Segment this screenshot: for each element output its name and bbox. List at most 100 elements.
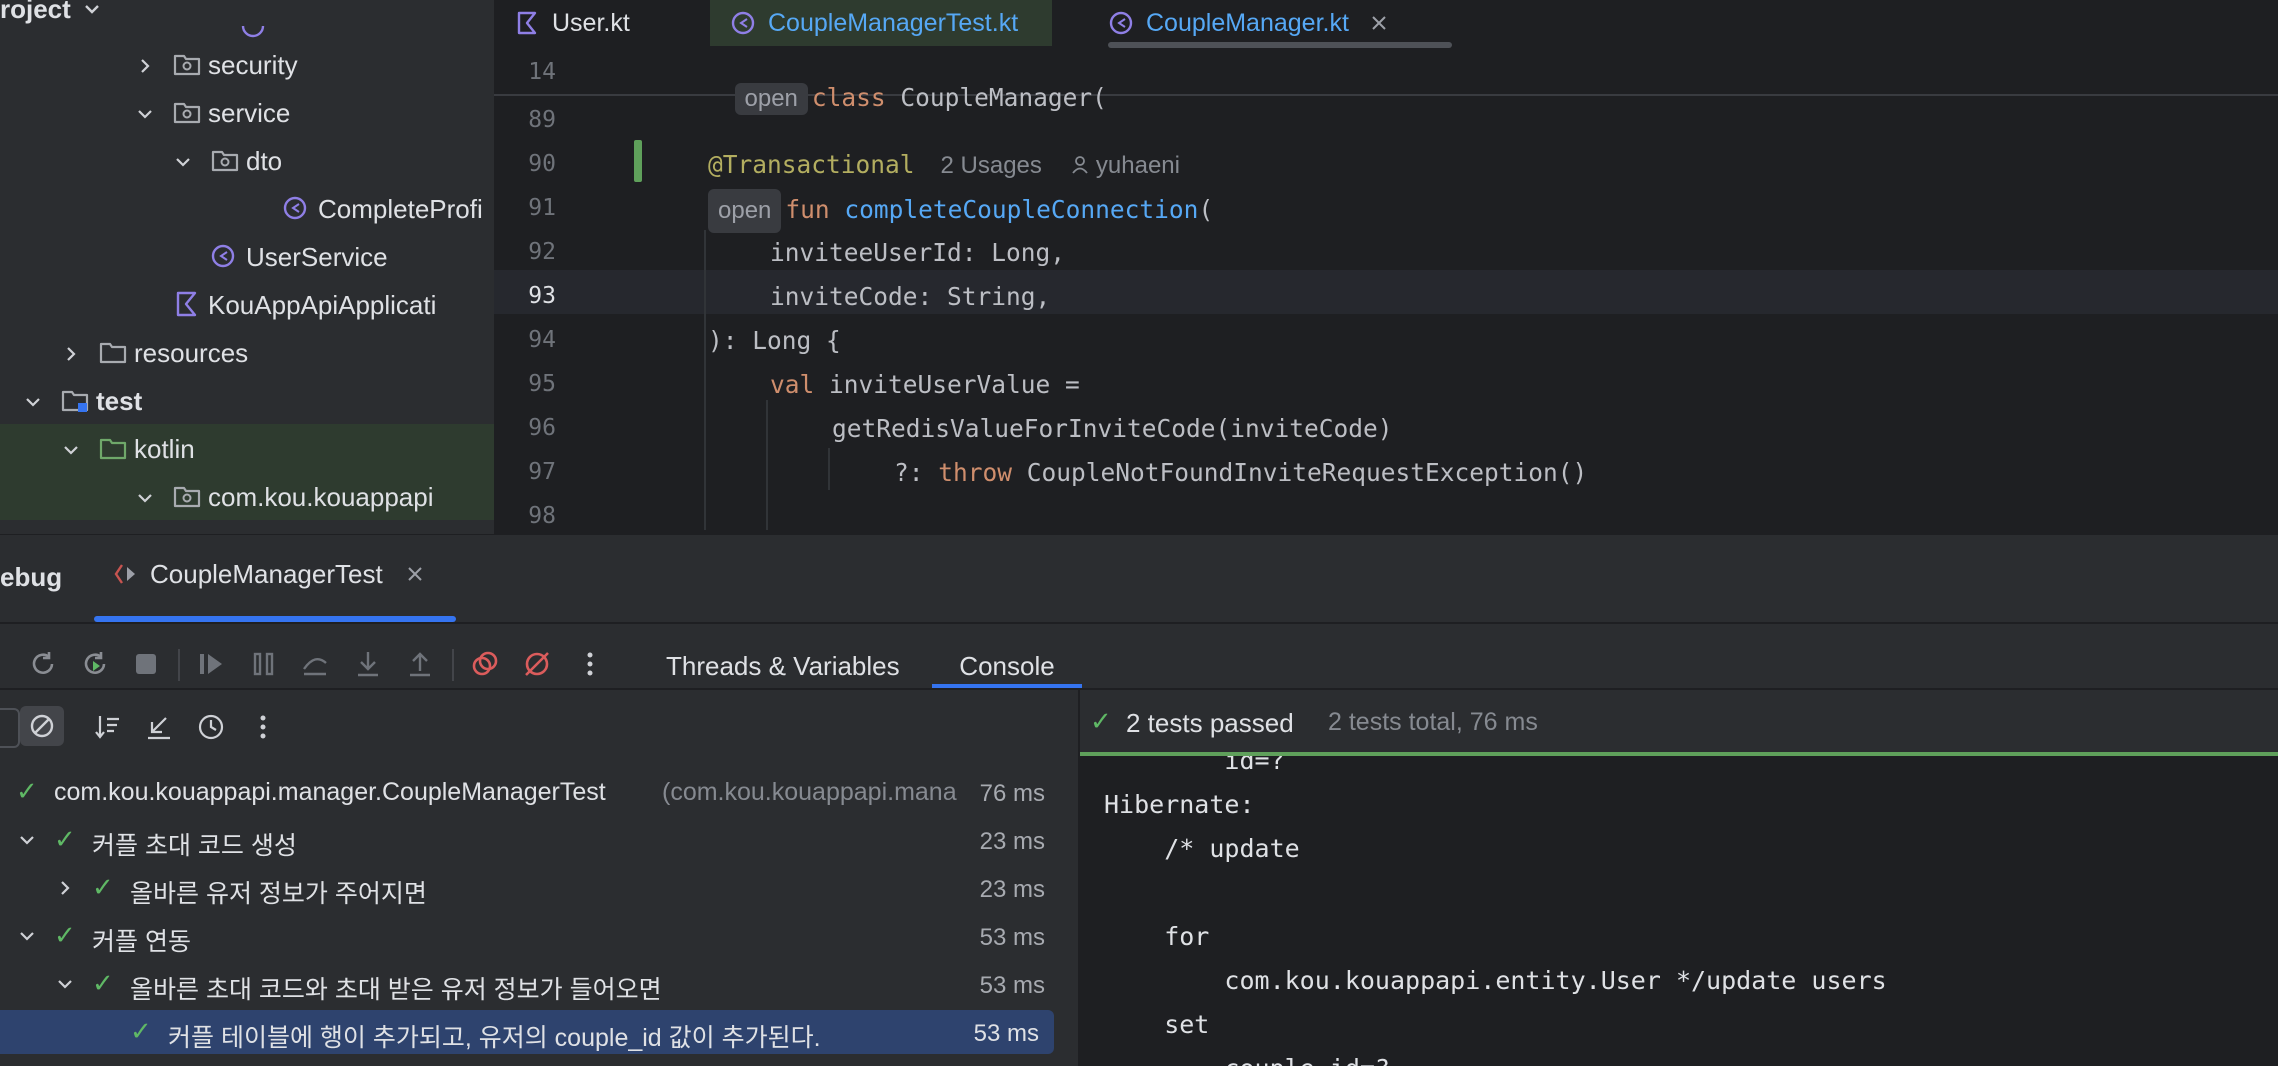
close-icon[interactable] xyxy=(1369,13,1389,33)
test-name: 커플 초대 코드 생성 xyxy=(92,832,297,860)
sticky-header[interactable]: 14 open class CoupleManager( xyxy=(494,50,2278,115)
show-passed-toggle[interactable] xyxy=(0,708,20,748)
collapse-all-icon[interactable] xyxy=(144,712,174,742)
open-modifier-hint: open xyxy=(708,189,782,233)
tree-item-resources[interactable]: resources xyxy=(0,328,494,376)
test-tree-row[interactable]: ✓ 커플 테이블에 행이 추가되고, 유저의 couple_id 값이 추가된다.… xyxy=(0,1010,1054,1054)
console-output[interactable]: id=? Hibernate: /* update for com.kou.kou… xyxy=(1080,756,2278,1066)
chevron-down-icon[interactable] xyxy=(54,973,76,1002)
chevron-down-icon[interactable] xyxy=(60,437,82,468)
step-out-icon[interactable] xyxy=(405,649,435,679)
test-tree-row[interactable]: ✓ 커플 연동 53 ms xyxy=(0,914,1070,958)
console-line: /* update xyxy=(1104,834,1300,863)
code-line: @Transactional 2 Usages yuhaeni xyxy=(708,145,1180,185)
view-breakpoints-icon[interactable] xyxy=(470,649,500,679)
editor-area: User.kt CoupleManagerTest.kt CoupleManag… xyxy=(494,0,2278,534)
test-status-bar: ✓ 2 tests passed 2 tests total, 76 ms xyxy=(1080,690,2278,757)
tab-couple-manager-test-kt[interactable]: CoupleManagerTest.kt xyxy=(710,0,1052,46)
tree-item-completeprofi[interactable]: CompleteProfi xyxy=(0,184,494,232)
line-number: 93 xyxy=(528,283,556,309)
current-line-highlight xyxy=(494,270,2278,314)
debug-session-tab[interactable]: CoupleManagerTest xyxy=(112,554,425,594)
chevron-down-icon[interactable] xyxy=(16,829,38,858)
code-keyword: class xyxy=(811,83,886,112)
project-header[interactable]: roject xyxy=(0,0,103,24)
close-icon[interactable] xyxy=(405,564,425,584)
chevron-right-icon[interactable] xyxy=(134,53,156,84)
vcs-change-marker[interactable] xyxy=(634,140,642,182)
tree-item-label: kotlin xyxy=(134,434,195,464)
code-keyword: val xyxy=(770,370,815,399)
usages-hint[interactable]: 2 Usages xyxy=(941,152,1042,179)
test-duration: 53 ms xyxy=(979,972,1045,999)
chevron-down-icon[interactable] xyxy=(22,389,44,420)
kotlin-class-icon xyxy=(731,11,755,35)
tab-user-kt[interactable]: User.kt xyxy=(514,0,630,46)
test-history-icon[interactable] xyxy=(196,712,226,742)
chevron-right-icon[interactable] xyxy=(60,341,82,372)
test-tree-row[interactable]: ✓ 올바른 유저 정보가 주어지면 23 ms xyxy=(0,866,1070,910)
chevron-right-icon[interactable] xyxy=(54,877,76,906)
tree-item-kotlin[interactable]: kotlin xyxy=(0,424,494,472)
stop-icon[interactable] xyxy=(131,649,161,679)
step-into-icon[interactable] xyxy=(353,649,383,679)
code-text: ): Long { xyxy=(708,326,841,355)
line-number: 14 xyxy=(528,59,556,85)
kotlin-class-icon xyxy=(1109,11,1133,35)
line-number: 97 xyxy=(528,459,556,485)
kotlin-file-icon xyxy=(517,11,537,35)
code-line: inviteeUserId: Long, xyxy=(770,233,1065,273)
test-tree-toolbar xyxy=(0,700,1078,756)
tree-item-label: service xyxy=(208,98,291,128)
test-tree-row[interactable]: ✓ com.kou.kouappapi.manager.CoupleManager… xyxy=(0,770,1070,814)
code-text: ( xyxy=(1198,195,1214,224)
tree-item-kouappapiapplicati[interactable]: KouAppApiApplicati xyxy=(0,280,494,328)
open-modifier-hint: open xyxy=(734,83,808,115)
console-line: couple_id=? xyxy=(1104,1054,1390,1066)
package-icon xyxy=(172,98,202,126)
tab-threads-variables[interactable]: Threads & Variables xyxy=(666,638,900,694)
kotlin-file-icon xyxy=(172,290,202,318)
restart-icon[interactable] xyxy=(28,649,58,679)
tree-item-com-kou-kouappapi[interactable]: com.kou.kouappapi xyxy=(0,472,494,520)
chevron-down-icon[interactable] xyxy=(134,485,156,516)
tree-item-label: KouAppApiApplicati xyxy=(208,290,437,320)
author-hint[interactable]: yuhaeni xyxy=(1096,152,1180,179)
tab-couple-manager-kt[interactable]: CoupleManager.kt xyxy=(1108,0,1389,46)
chevron-down-icon[interactable] xyxy=(134,101,156,132)
console-line: Hibernate: xyxy=(1104,790,1270,819)
step-over-icon[interactable] xyxy=(300,649,330,679)
test-tree-row[interactable]: ✓ 올바른 초대 코드와 초대 받은 유저 정보가 들어오면 53 ms xyxy=(0,962,1070,1006)
tree-item-test[interactable]: test xyxy=(0,376,494,424)
test-tree-row[interactable]: ✓ 커플 초대 코드 생성 23 ms xyxy=(0,818,1070,862)
indent-guide xyxy=(704,230,706,534)
resume-icon[interactable] xyxy=(196,649,226,679)
session-tab-label: CoupleManagerTest xyxy=(150,558,383,589)
rerun-icon[interactable] xyxy=(0,649,20,679)
line-number: 89 xyxy=(528,107,556,133)
tree-item-dto[interactable]: dto xyxy=(0,136,494,184)
tree-item-security[interactable]: security xyxy=(0,40,494,88)
editor-scroll-indicator[interactable] xyxy=(1108,42,1452,48)
code-text: inviteUserValue = xyxy=(814,370,1080,399)
show-ignored-toggle[interactable] xyxy=(20,706,64,746)
tree-item-service[interactable]: service xyxy=(0,88,494,136)
project-title: roject xyxy=(0,0,71,24)
mute-breakpoints-icon[interactable] xyxy=(522,649,552,679)
line-number: 96 xyxy=(528,415,556,441)
test-name: 커플 연동 xyxy=(92,928,191,956)
package-icon xyxy=(172,482,202,510)
pause-icon[interactable] xyxy=(249,649,279,679)
line-number: 90 xyxy=(528,151,556,177)
chevron-down-icon[interactable] xyxy=(16,925,38,954)
tree-item-label: CompleteProfi xyxy=(318,194,483,224)
more-vertical-icon[interactable] xyxy=(575,649,605,679)
tree-item-userservice[interactable]: UserService xyxy=(0,232,494,280)
more-vertical-icon[interactable] xyxy=(248,712,278,742)
console-line: set xyxy=(1104,1010,1210,1039)
sort-icon[interactable] xyxy=(92,712,122,742)
chevron-down-icon[interactable] xyxy=(172,149,194,180)
code-text: inviteCode: String, xyxy=(770,282,1051,311)
rerun-failed-icon[interactable] xyxy=(80,649,110,679)
passed-check-icon: ✓ xyxy=(92,872,114,902)
